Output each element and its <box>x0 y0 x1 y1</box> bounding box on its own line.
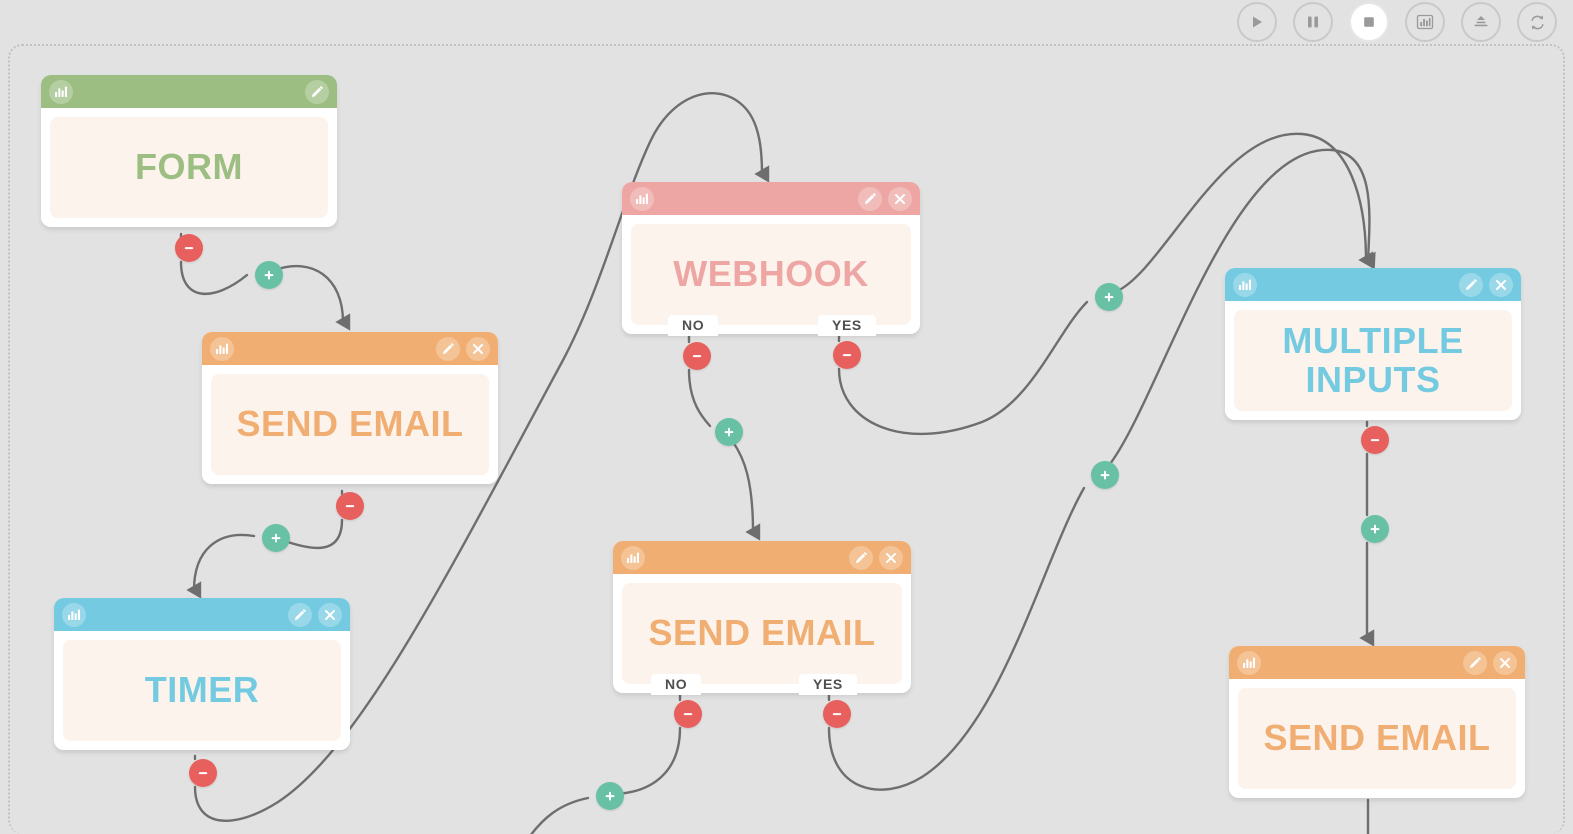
port-label-send-email-2-yes[interactable]: YES <box>799 674 857 695</box>
node-inner-webhook: WEBHOOK <box>631 224 911 325</box>
play-button[interactable] <box>1237 2 1277 42</box>
node-title-timer: TIMER <box>144 669 260 711</box>
node-title-send-email-2: SEND EMAIL <box>648 612 876 654</box>
refresh-button[interactable] <box>1517 2 1557 42</box>
node-inner-send-email-3: SEND EMAIL <box>1238 688 1516 789</box>
node-timer[interactable]: TIMER <box>54 598 350 750</box>
edge-email1-to-timer2 <box>186 533 256 599</box>
play-icon <box>1248 13 1266 31</box>
remove-connection-button[interactable] <box>1361 426 1389 454</box>
add-node-button[interactable] <box>262 524 290 552</box>
remove-connection-button[interactable] <box>823 700 851 728</box>
pencil-icon[interactable] <box>849 545 873 570</box>
pencil-icon[interactable] <box>1463 650 1487 675</box>
node-body-send-email-2: SEND EMAIL NO YES <box>613 574 911 695</box>
node-body-multiple-inputs: MULTIPLE INPUTS <box>1225 301 1521 420</box>
close-icon[interactable] <box>318 602 342 627</box>
bar-chart-icon[interactable] <box>630 186 654 211</box>
remove-connection-button[interactable] <box>674 700 702 728</box>
align-button[interactable] <box>1461 2 1501 42</box>
bar-chart-icon[interactable] <box>49 79 73 104</box>
bar-chart-icon <box>1415 13 1435 31</box>
align-icon <box>1471 13 1491 31</box>
port-label-webhook-no[interactable]: NO <box>668 315 719 336</box>
edge-email2-no-down <box>614 726 682 796</box>
remove-connection-button[interactable] <box>683 342 711 370</box>
workflow-editor: FORM SEND EMAIL TIMER WEBHOOK NO YES SEND EMAI… <box>0 0 1573 834</box>
stats-button[interactable] <box>1405 2 1445 42</box>
add-node-button[interactable] <box>715 418 743 446</box>
pencil-icon[interactable] <box>305 79 329 104</box>
edge-form-to-email1-curve <box>179 260 249 296</box>
node-header-send-email-2[interactable] <box>613 541 911 574</box>
pencil-icon[interactable] <box>436 336 460 361</box>
stop-button[interactable] <box>1349 2 1389 42</box>
remove-connection-button[interactable] <box>189 759 217 787</box>
node-send-email-2[interactable]: SEND EMAIL NO YES <box>613 541 911 695</box>
port-label-send-email-2-no[interactable]: NO <box>651 674 702 695</box>
pause-button[interactable] <box>1293 2 1333 42</box>
edge-wh-no-to-email2 <box>687 368 712 428</box>
pencil-icon[interactable] <box>1459 272 1483 297</box>
node-header-multiple-inputs[interactable] <box>1225 268 1521 301</box>
node-webhook[interactable]: WEBHOOK NO YES <box>622 182 920 336</box>
pencil-icon[interactable] <box>858 186 882 211</box>
stop-icon <box>1360 13 1378 31</box>
node-title-form: FORM <box>135 146 243 188</box>
port-label-webhook-yes[interactable]: YES <box>818 315 876 336</box>
add-node-button[interactable] <box>1095 283 1123 311</box>
toolbar <box>0 0 1573 44</box>
add-node-button[interactable] <box>1361 515 1389 543</box>
pause-icon <box>1304 13 1322 31</box>
bar-chart-icon[interactable] <box>210 336 234 361</box>
node-header-form[interactable] <box>41 75 337 108</box>
node-header-timer[interactable] <box>54 598 350 631</box>
workflow-canvas[interactable]: FORM SEND EMAIL TIMER WEBHOOK NO YES SEND EMAI… <box>8 44 1565 834</box>
bar-chart-icon[interactable] <box>1233 272 1257 297</box>
add-node-button[interactable] <box>1091 461 1119 489</box>
node-send-email-3[interactable]: SEND EMAIL <box>1229 646 1525 798</box>
add-node-button[interactable] <box>255 261 283 289</box>
node-body-send-email-1: SEND EMAIL <box>202 365 498 484</box>
close-icon[interactable] <box>466 336 490 361</box>
remove-connection-button[interactable] <box>833 341 861 369</box>
edge-form-to-email1-curve2 <box>273 265 351 331</box>
node-body-timer: TIMER <box>54 631 350 750</box>
node-inner-send-email-2: SEND EMAIL <box>622 583 902 684</box>
remove-connection-button[interactable] <box>336 492 364 520</box>
node-body-send-email-3: SEND EMAIL <box>1229 679 1525 798</box>
node-body-webhook: WEBHOOK NO YES <box>622 215 920 336</box>
node-inner-timer: TIMER <box>63 640 341 741</box>
close-icon[interactable] <box>879 545 903 570</box>
bar-chart-icon[interactable] <box>621 545 645 570</box>
node-body-form: FORM <box>41 108 337 227</box>
node-header-send-email-1[interactable] <box>202 332 498 365</box>
edge-email2-no-down2 <box>530 796 590 834</box>
edge-wh-no-to-email2b <box>731 440 761 541</box>
node-multiple-inputs[interactable]: MULTIPLE INPUTS <box>1225 268 1521 420</box>
node-inner-form: FORM <box>50 117 328 218</box>
close-icon[interactable] <box>1493 650 1517 675</box>
bar-chart-icon[interactable] <box>62 602 86 627</box>
add-node-button[interactable] <box>596 782 624 810</box>
edge-email1-to-timer <box>280 518 344 550</box>
bar-chart-icon[interactable] <box>1237 650 1261 675</box>
node-header-webhook[interactable] <box>622 182 920 215</box>
node-send-email-1[interactable]: SEND EMAIL <box>202 332 498 484</box>
remove-connection-button[interactable] <box>175 234 203 262</box>
node-inner-send-email-1: SEND EMAIL <box>211 374 489 475</box>
node-title-webhook: WEBHOOK <box>673 253 869 295</box>
node-title-multiple-inputs: MULTIPLE INPUTS <box>1282 319 1464 400</box>
refresh-icon <box>1528 13 1547 32</box>
close-icon[interactable] <box>888 186 912 211</box>
node-title-send-email-3: SEND EMAIL <box>1263 717 1491 759</box>
node-inner-multiple-inputs: MULTIPLE INPUTS <box>1234 310 1512 411</box>
close-icon[interactable] <box>1489 272 1513 297</box>
node-header-send-email-3[interactable] <box>1229 646 1525 679</box>
pencil-icon[interactable] <box>288 602 312 627</box>
node-form[interactable]: FORM <box>41 75 337 227</box>
node-title-send-email-1: SEND EMAIL <box>236 403 464 445</box>
